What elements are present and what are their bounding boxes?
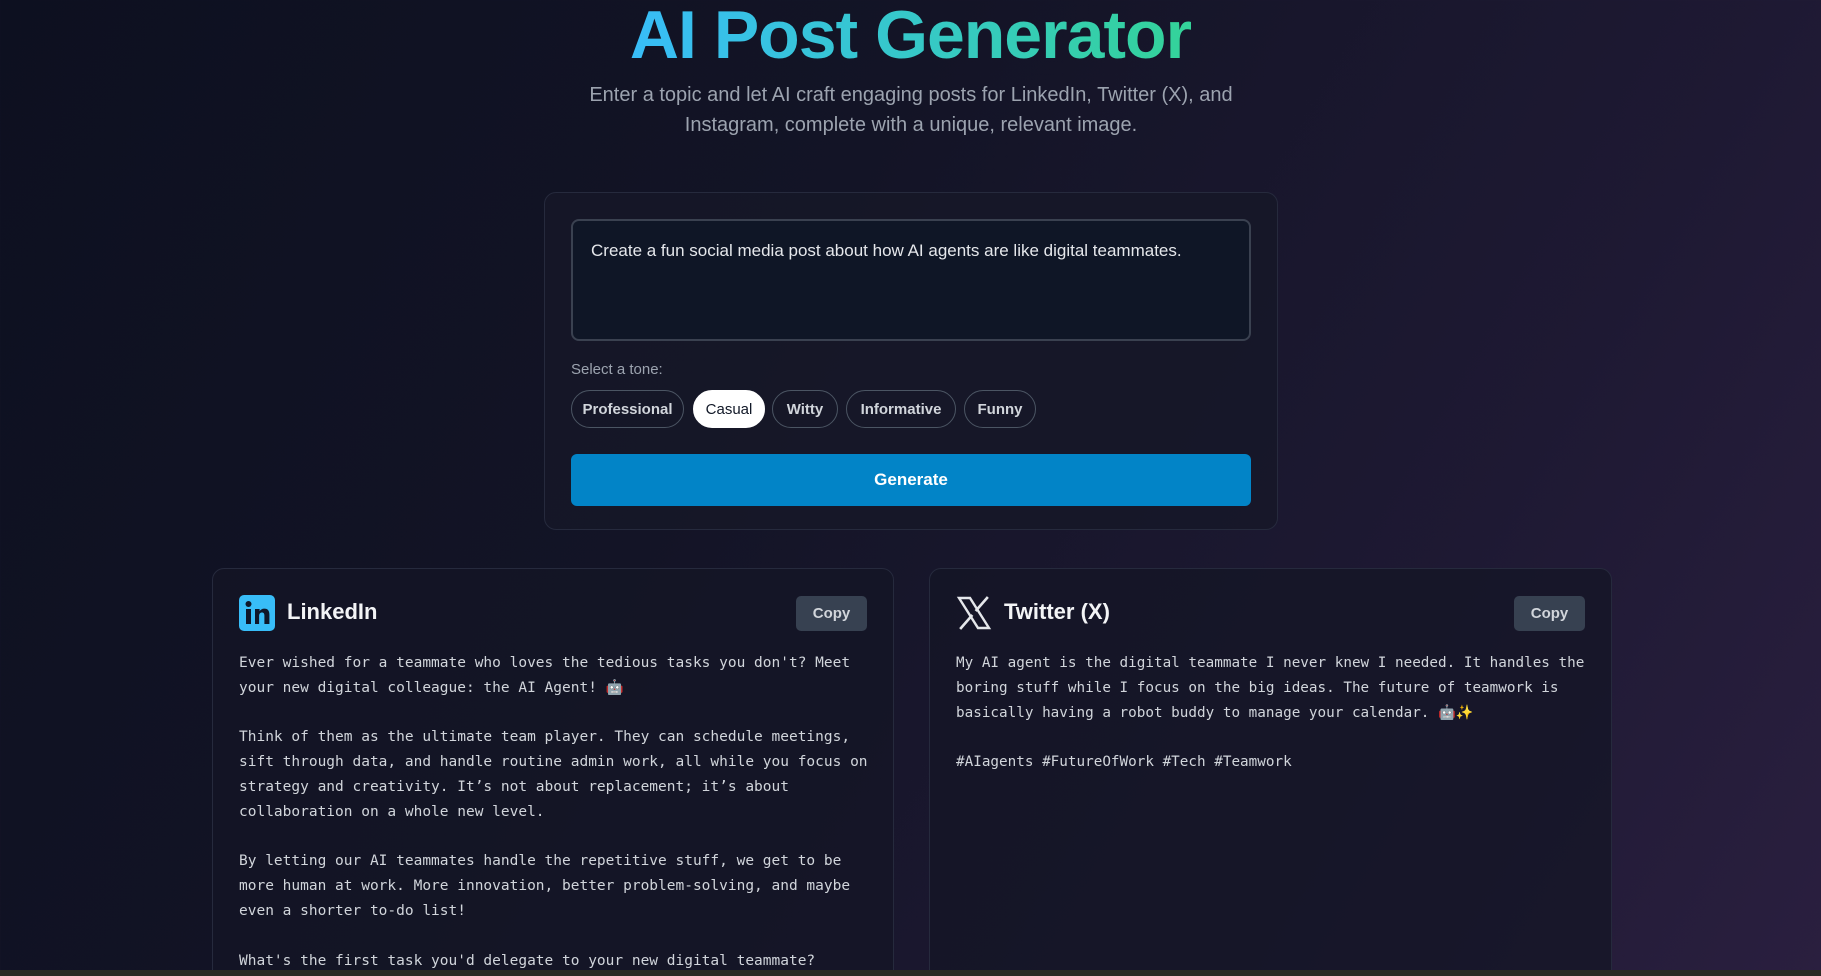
x-logo-icon: [956, 596, 992, 630]
linkedin-post-text: Ever wished for a teammate who loves the…: [239, 651, 871, 976]
linkedin-copy-button[interactable]: Copy: [796, 596, 867, 631]
post-paragraph: Ever wished for a teammate who loves the…: [239, 655, 851, 696]
tone-label: Select a tone:: [571, 361, 663, 378]
twitter-post-text: My AI agent is the digital teammate I ne…: [956, 651, 1589, 800]
linkedin-card-title: LinkedIn: [287, 599, 378, 624]
post-hashtags: #AIagents #FutureOfWork #Tech #Teamwork: [956, 754, 1292, 771]
generate-button[interactable]: Generate: [571, 454, 1251, 506]
tone-funny-button[interactable]: Funny: [964, 390, 1036, 428]
tone-casual-button[interactable]: Casual: [693, 390, 765, 428]
post-paragraph: By letting our AI teammates handle the r…: [239, 853, 851, 919]
twitter-card-title: Twitter (X): [1004, 599, 1110, 624]
tone-professional-button[interactable]: Professional: [571, 390, 684, 428]
tone-witty-button[interactable]: Witty: [772, 390, 838, 428]
tone-informative-button[interactable]: Informative: [846, 390, 956, 428]
page-subtitle: Enter a topic and let AI craft engaging …: [589, 84, 1233, 136]
topic-textarea[interactable]: Create a fun social media post about how…: [571, 219, 1251, 341]
post-paragraph: Think of them as the ultimate team playe…: [239, 729, 868, 820]
linkedin-icon: [239, 595, 275, 631]
window-bottom-edge: [0, 970, 1821, 976]
post-paragraph: My AI agent is the digital teammate I ne…: [956, 655, 1585, 721]
generator-panel: Create a fun social media post about how…: [544, 192, 1278, 530]
twitter-card: Twitter (X) Copy My AI agent is the digi…: [929, 568, 1612, 976]
twitter-copy-button[interactable]: Copy: [1514, 596, 1585, 631]
linkedin-card: LinkedIn Copy Ever wished for a teammate…: [212, 568, 894, 976]
page-title: AI Post Generator: [0, 0, 1821, 74]
